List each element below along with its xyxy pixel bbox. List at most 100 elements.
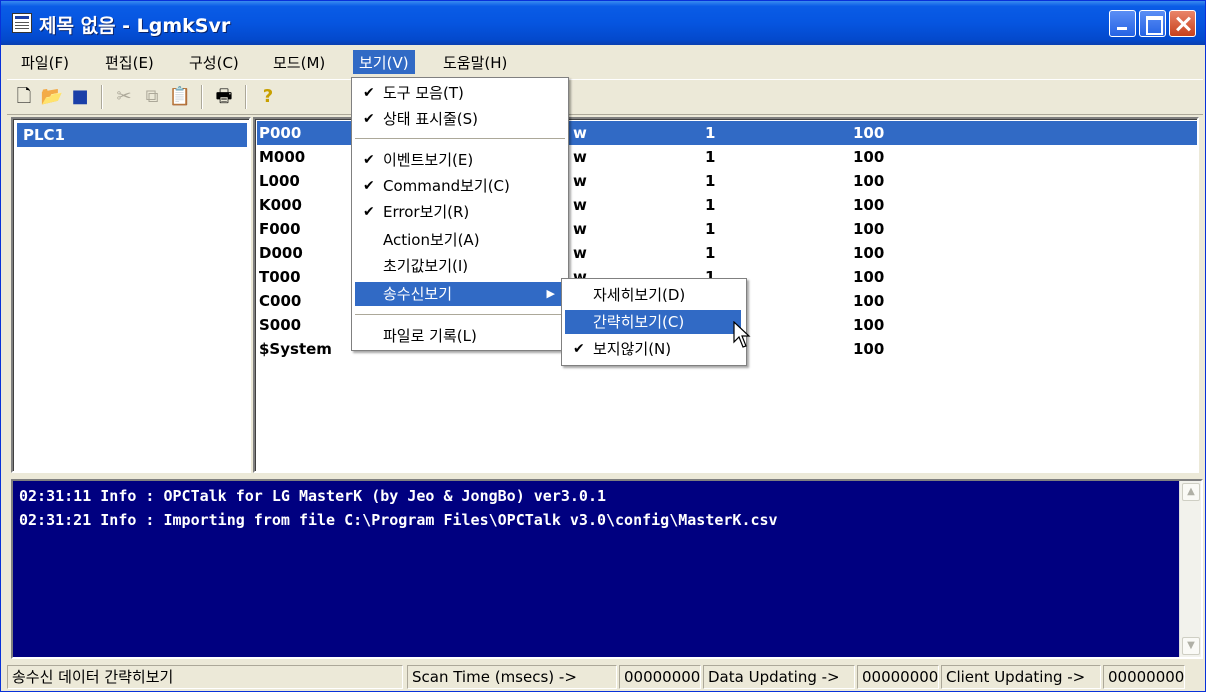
toolbar: 🗋 📂 ■ ✂ ⧉ 📋 🖶 ? <box>7 79 1203 115</box>
cell-hundred: 100 <box>853 172 885 190</box>
menu-item-label: 자세히보기(D) <box>593 286 686 304</box>
cell-one: 1 <box>705 220 716 238</box>
cell-hundred: 100 <box>853 220 885 238</box>
menu-item-label: 초기값보기(I) <box>383 257 469 275</box>
cell-name: M000 <box>259 148 306 166</box>
client-updating-label: Client Updating -> <box>941 665 1101 689</box>
status-bar: 송수신 데이터 간략히보기 Scan Time (msecs) -> 00000… <box>1 661 1205 691</box>
submenu-item-hide[interactable]: ✔ 보지않기(N) <box>565 337 741 361</box>
cell-type: w <box>573 196 587 214</box>
cell-hundred: 100 <box>853 124 885 142</box>
checkmark-icon: ✔ <box>363 85 375 101</box>
cell-hundred: 100 <box>853 340 885 358</box>
submenu-item-brief-view[interactable]: 간략히보기(C) <box>565 310 741 334</box>
view-menu-popup: ✔ 도구 모음(T) ✔ 상태 표시줄(S) ✔ 이벤트보기(E) ✔ Comm… <box>351 77 569 351</box>
menu-item-statusbar[interactable]: ✔ 상태 표시줄(S) <box>355 107 565 131</box>
cell-name: D000 <box>259 244 303 262</box>
log-line: 02:31:11 Info : OPCTalk for LG MasterK (… <box>19 487 606 505</box>
maximize-button[interactable] <box>1139 10 1166 37</box>
menu-item-label: 파일로 기록(L) <box>383 327 477 345</box>
cell-one: 1 <box>705 244 716 262</box>
menu-item-event-view[interactable]: ✔ 이벤트보기(E) <box>355 148 565 172</box>
menu-config[interactable]: 구성(C) <box>183 50 245 74</box>
checkmark-icon: ✔ <box>363 111 375 127</box>
log-scrollbar[interactable]: ▲ ▼ <box>1179 481 1201 657</box>
cell-name: K000 <box>259 196 302 214</box>
menu-item-toolbar[interactable]: ✔ 도구 모음(T) <box>355 81 565 105</box>
checkmark-icon: ✔ <box>363 152 375 168</box>
menu-edit[interactable]: 편집(E) <box>99 50 160 74</box>
cell-name: F000 <box>259 220 301 238</box>
menu-item-label: 이벤트보기(E) <box>383 151 474 169</box>
cell-type: w <box>573 148 587 166</box>
print-icon[interactable]: 🖶 <box>211 84 237 110</box>
menu-item-error-view[interactable]: ✔ Error보기(R) <box>355 200 565 224</box>
scroll-down-icon[interactable]: ▼ <box>1182 637 1200 655</box>
app-window: 제목 없음 - LgmkSvr 파일(F) 편집(E) 구성(C) 모드(M) … <box>0 0 1206 692</box>
cell-name: L000 <box>259 172 300 190</box>
app-icon[interactable] <box>12 13 32 33</box>
menu-item-log-to-file[interactable]: 파일로 기록(L) <box>355 324 565 348</box>
checkmark-icon: ✔ <box>363 178 375 194</box>
cell-hundred: 100 <box>853 268 885 286</box>
cell-hundred: 100 <box>853 148 885 166</box>
menu-item-action-view[interactable]: Action보기(A) <box>355 228 565 252</box>
toolbar-separator <box>101 85 103 109</box>
toolbar-separator <box>201 85 203 109</box>
title-bar[interactable]: 제목 없음 - LgmkSvr <box>1 1 1205 45</box>
menu-separator <box>355 138 565 140</box>
cell-type: w <box>573 244 587 262</box>
new-file-icon[interactable]: 🗋 <box>11 84 37 110</box>
window-title: 제목 없음 - LgmkSvr <box>39 15 231 37</box>
cell-hundred: 100 <box>853 316 885 334</box>
menu-item-label: Action보기(A) <box>383 231 480 249</box>
cell-name: $System <box>259 340 332 358</box>
scroll-up-icon[interactable]: ▲ <box>1182 483 1200 501</box>
cell-one: 1 <box>705 148 716 166</box>
menu-item-label: Command보기(C) <box>383 177 510 195</box>
cell-one: 1 <box>705 172 716 190</box>
paste-icon[interactable]: 📋 <box>167 84 193 110</box>
submenu-item-detail-view[interactable]: 자세히보기(D) <box>565 283 741 307</box>
log-panel[interactable]: 02:31:11 Info : OPCTalk for LG MasterK (… <box>11 479 1203 659</box>
menu-bar: 파일(F) 편집(E) 구성(C) 모드(M) 보기(V) 도움말(H) <box>1 47 1205 77</box>
tree-item-plc1[interactable]: PLC1 <box>17 123 247 147</box>
cell-type: w <box>573 220 587 238</box>
menu-view[interactable]: 보기(V) <box>353 50 415 74</box>
minimize-button[interactable] <box>1109 10 1136 37</box>
menu-item-label: 상태 표시줄(S) <box>383 110 478 128</box>
save-icon[interactable]: ■ <box>67 84 93 110</box>
cell-type: w <box>573 124 587 142</box>
cut-icon[interactable]: ✂ <box>111 84 137 110</box>
cell-name: T000 <box>259 268 301 286</box>
open-folder-icon[interactable]: 📂 <box>39 84 65 110</box>
data-updating-value: 00000000 <box>857 665 939 689</box>
menu-separator <box>355 314 565 316</box>
close-button[interactable] <box>1169 10 1196 37</box>
device-tree[interactable]: PLC1 <box>11 117 251 473</box>
copy-icon[interactable]: ⧉ <box>139 84 165 110</box>
menu-item-label: 보지않기(N) <box>593 340 672 358</box>
scan-time-value: 00000000 <box>619 665 701 689</box>
menu-item-label: 간략히보기(C) <box>593 313 685 331</box>
menu-mode[interactable]: 모드(M) <box>267 50 331 74</box>
menu-file[interactable]: 파일(F) <box>15 50 75 74</box>
data-updating-label: Data Updating -> <box>703 665 855 689</box>
client-updating-value: 00000000 <box>1103 665 1185 689</box>
submenu-arrow-icon: ▶ <box>546 287 555 300</box>
help-icon[interactable]: ? <box>255 84 281 110</box>
toolbar-separator <box>245 85 247 109</box>
log-line: 02:31:21 Info : Importing from file C:\P… <box>19 511 778 529</box>
checkmark-icon: ✔ <box>363 204 375 220</box>
transmit-view-submenu: 자세히보기(D) 간략히보기(C) ✔ 보지않기(N) <box>561 278 747 366</box>
menu-item-transmit-view[interactable]: 송수신보기 ▶ <box>355 282 565 306</box>
menu-item-label: Error보기(R) <box>383 203 470 221</box>
checkmark-icon: ✔ <box>573 341 585 357</box>
menu-help[interactable]: 도움말(H) <box>437 50 513 74</box>
cell-hundred: 100 <box>853 244 885 262</box>
cell-hundred: 100 <box>853 292 885 310</box>
menu-item-command-view[interactable]: ✔ Command보기(C) <box>355 174 565 198</box>
menu-item-initial-value-view[interactable]: 초기값보기(I) <box>355 254 565 278</box>
cell-name: P000 <box>259 124 302 142</box>
scan-time-label: Scan Time (msecs) -> <box>407 665 617 689</box>
